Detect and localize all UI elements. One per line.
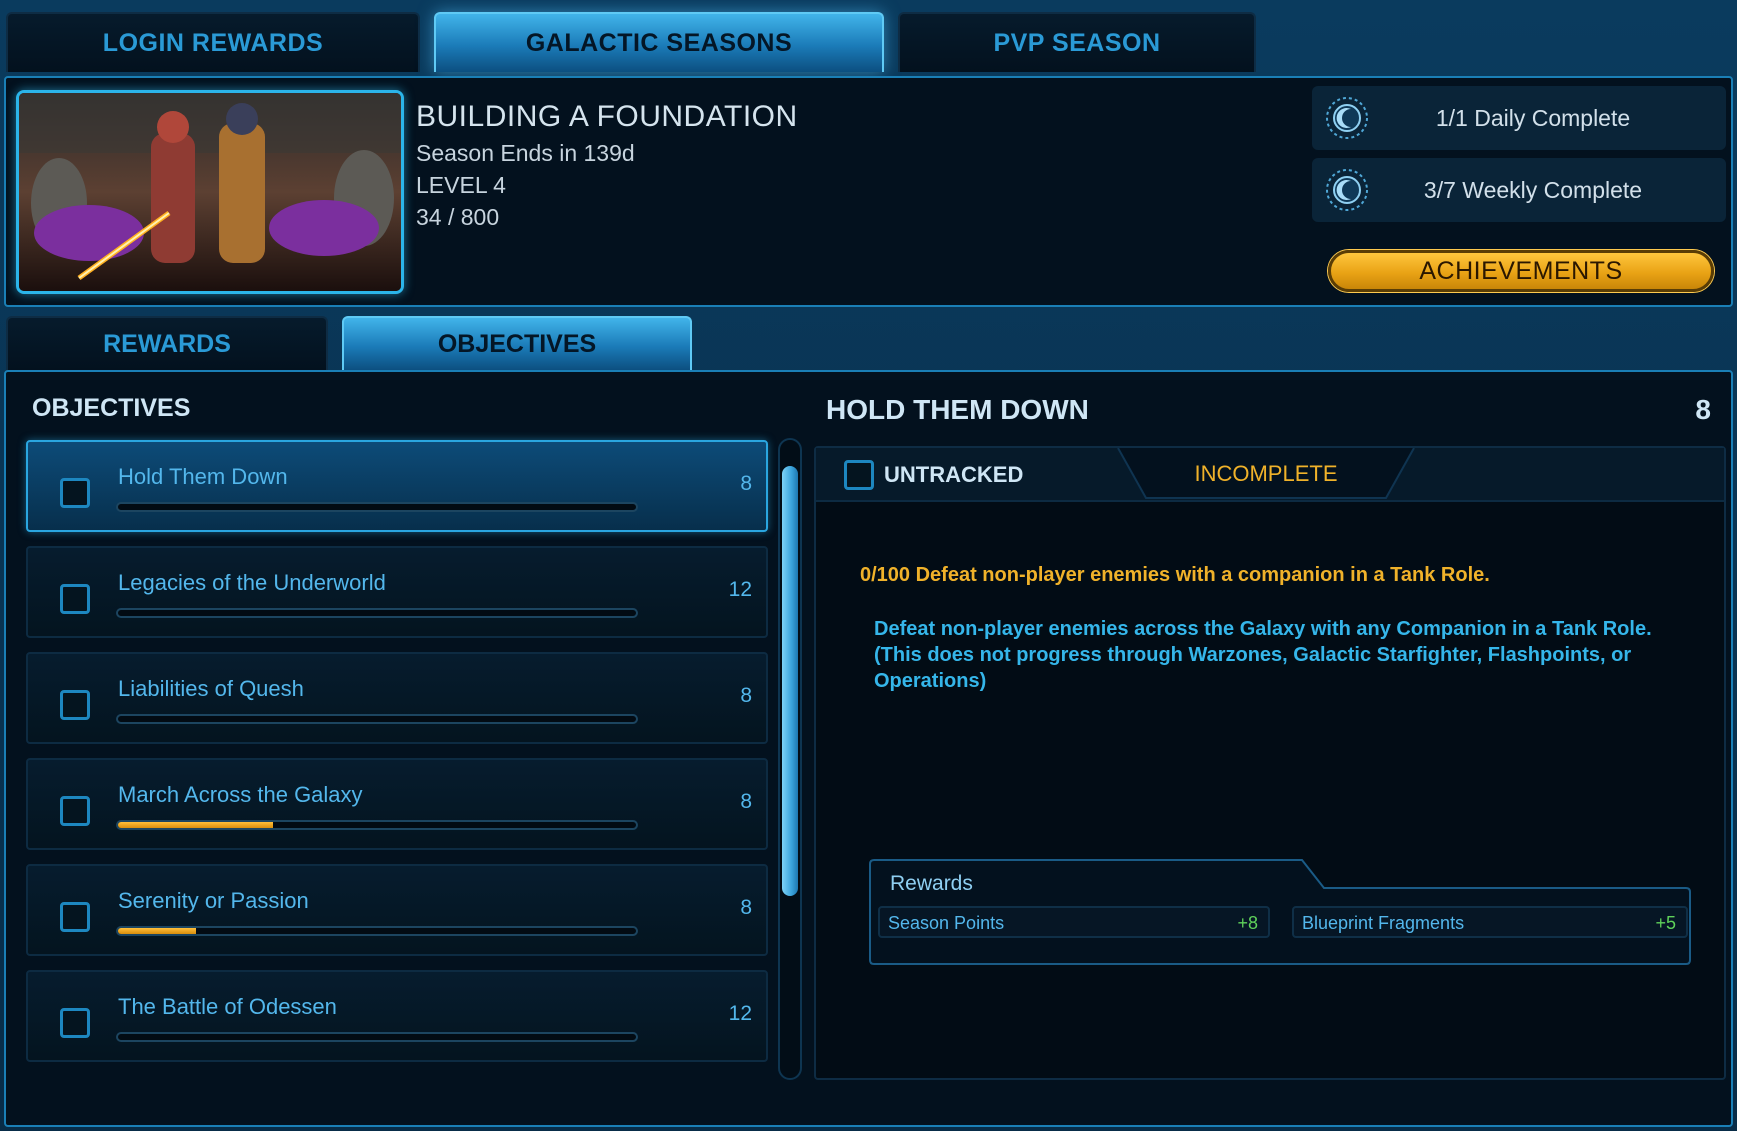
- checkbox-icon[interactable]: [60, 478, 90, 508]
- objective-name: Serenity or Passion: [118, 888, 309, 913]
- objectives-panel: OBJECTIVES Hold Them Down 8 Legacies of …: [4, 370, 1733, 1127]
- daily-status-label: 1/1 Daily Complete: [1435, 104, 1631, 131]
- objective-name: Liabilities of Quesh: [118, 676, 304, 701]
- objectives-heading: OBJECTIVES: [32, 394, 191, 422]
- tracking-label: UNTRACKED: [884, 462, 1024, 487]
- objective-points: 8: [740, 472, 752, 495]
- tracking-bar: UNTRACKED INCOMPLETE: [816, 448, 1724, 502]
- sun-moon-icon: [1326, 97, 1368, 139]
- season-header: BUILDING A FOUNDATION Season Ends in 139…: [4, 76, 1733, 307]
- rewards-box: Rewards Season Points +8 Blueprint Fragm…: [868, 858, 1692, 966]
- objective-progress-bar: [116, 820, 638, 830]
- tab-galactic-seasons[interactable]: GALACTIC SEASONS: [434, 12, 884, 72]
- tab-rewards[interactable]: REWARDS: [6, 316, 328, 370]
- objective-progress-bar: [116, 926, 638, 936]
- checkbox-icon[interactable]: [60, 902, 90, 932]
- objective-name: The Battle of Odessen: [118, 994, 337, 1019]
- weekly-status-label: 3/7 Weekly Complete: [1423, 176, 1643, 203]
- objective-row[interactable]: Legacies of the Underworld 12: [26, 546, 768, 638]
- season-title: BUILDING A FOUNDATION: [416, 100, 798, 133]
- checkbox-icon[interactable]: [60, 796, 90, 826]
- objective-name: Hold Them Down: [118, 464, 288, 489]
- status-label: INCOMPLETE: [1194, 461, 1338, 486]
- objective-points: 8: [740, 790, 752, 813]
- season-end-countdown: Season Ends in 139d: [416, 140, 635, 166]
- objective-points: 8: [740, 896, 752, 919]
- galactic-seasons-window: LOGIN REWARDS GALACTIC SEASONS PVP SEASO…: [0, 0, 1737, 1131]
- objective-detail: UNTRACKED INCOMPLETE 0/100 Defeat non-pl…: [814, 446, 1726, 1080]
- objective-progress-fill: [118, 928, 196, 934]
- objective-progress-bar: [116, 608, 638, 618]
- tab-pvp-season[interactable]: PVP SEASON: [898, 12, 1256, 72]
- reward-season-points: Season Points +8: [878, 906, 1270, 938]
- reward-value: +8: [1237, 913, 1258, 933]
- objective-progress-bar: [116, 502, 638, 512]
- scrollbar-thumb[interactable]: [782, 466, 798, 896]
- track-checkbox[interactable]: [844, 460, 874, 490]
- objective-points: 12: [728, 578, 752, 601]
- season-progress: 34 / 800: [416, 204, 500, 230]
- objective-points: 12: [728, 1002, 752, 1025]
- checkbox-icon[interactable]: [60, 584, 90, 614]
- objective-row[interactable]: Serenity or Passion 8: [26, 864, 768, 956]
- objective-progress-fill: [118, 822, 274, 828]
- weekly-status: 3/7 Weekly Complete: [1312, 158, 1726, 222]
- objective-row[interactable]: The Battle of Odessen 12: [26, 970, 768, 1062]
- objective-name: Legacies of the Underworld: [118, 570, 386, 595]
- tab-login-rewards[interactable]: LOGIN REWARDS: [6, 12, 420, 72]
- objective-detail-title: HOLD THEM DOWN: [826, 394, 1089, 425]
- objective-requirement: 0/100 Defeat non-player enemies with a c…: [860, 564, 1490, 586]
- objective-row[interactable]: March Across the Galaxy 8: [26, 758, 768, 850]
- tab-objectives[interactable]: OBJECTIVES: [342, 316, 692, 370]
- objective-description: Defeat non-player enemies across the Gal…: [874, 618, 1652, 692]
- checkbox-icon[interactable]: [60, 1008, 90, 1038]
- daily-status: 1/1 Daily Complete: [1312, 86, 1726, 150]
- reward-blueprint-fragments: Blueprint Fragments +5: [1292, 906, 1688, 938]
- objective-progress-bar: [116, 714, 638, 724]
- rewards-label: Rewards: [890, 872, 973, 895]
- objective-progress-bar: [116, 1032, 638, 1042]
- checkbox-icon[interactable]: [60, 690, 90, 720]
- reward-name: Season Points: [888, 913, 1005, 933]
- reward-value: +5: [1655, 913, 1676, 933]
- objectives-scrollbar[interactable]: [778, 438, 802, 1080]
- achievements-button[interactable]: ACHIEVEMENTS: [1328, 250, 1714, 292]
- objective-status: INCOMPLETE: [1116, 448, 1416, 500]
- objective-name: March Across the Galaxy: [118, 782, 363, 807]
- objective-row[interactable]: Hold Them Down 8: [26, 440, 768, 532]
- reward-name: Blueprint Fragments: [1302, 913, 1465, 933]
- objective-detail-points: 8: [1695, 394, 1711, 425]
- objective-row[interactable]: Liabilities of Quesh 8: [26, 652, 768, 744]
- objective-points: 8: [740, 684, 752, 707]
- season-artwork: [16, 90, 404, 294]
- sun-moon-icon: [1326, 169, 1368, 211]
- season-level: LEVEL 4: [416, 172, 506, 198]
